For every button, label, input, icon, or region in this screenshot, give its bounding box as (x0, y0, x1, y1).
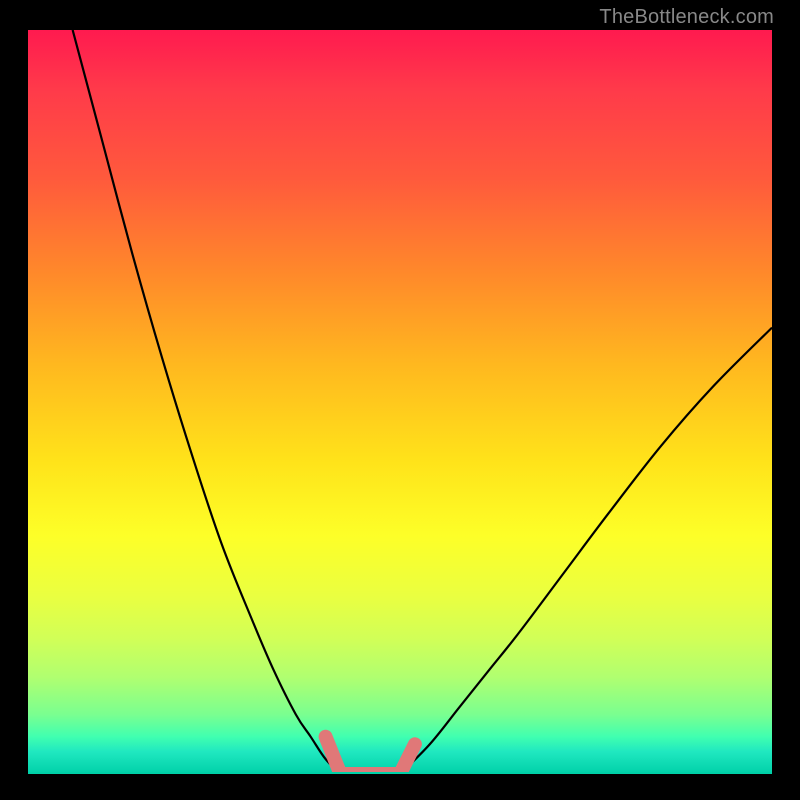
curve-left (73, 30, 341, 774)
chart-svg (28, 30, 772, 774)
curve-right (400, 328, 772, 774)
bottom-highlight (326, 737, 415, 774)
watermark-text: TheBottleneck.com (599, 6, 774, 29)
plot-area (28, 30, 772, 774)
baseline (28, 772, 772, 774)
chart-container: TheBottleneck.com (0, 0, 800, 800)
